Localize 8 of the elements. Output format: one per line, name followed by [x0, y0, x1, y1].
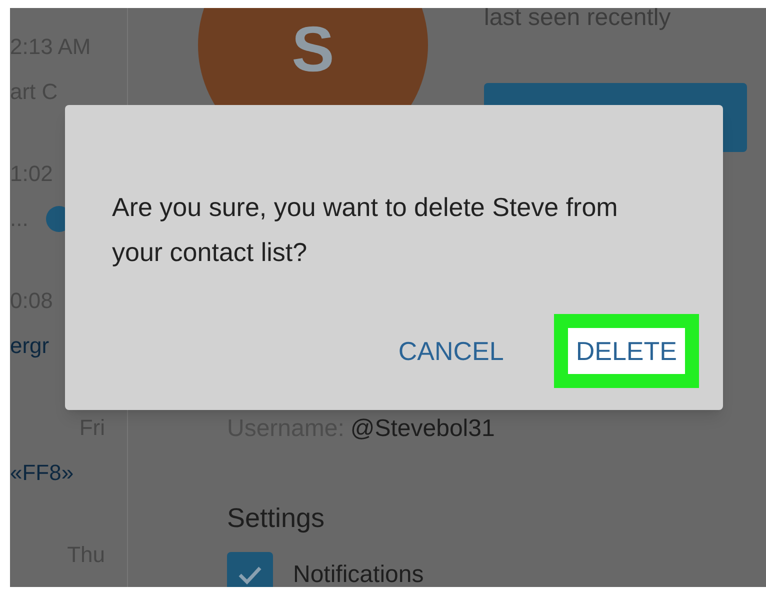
avatar-letter: S [292, 14, 334, 84]
username-value: @Stevebol31 [350, 415, 495, 443]
option-label: Notifications [293, 561, 424, 587]
settings-heading: Settings [227, 502, 326, 534]
dialog-message: Are you sure, you want to delete Steve from your contact list? [112, 191, 619, 269]
chat-preview: ... [10, 206, 28, 232]
chat-preview: «FF8» [10, 460, 74, 486]
chat-preview: ergr [10, 333, 50, 359]
